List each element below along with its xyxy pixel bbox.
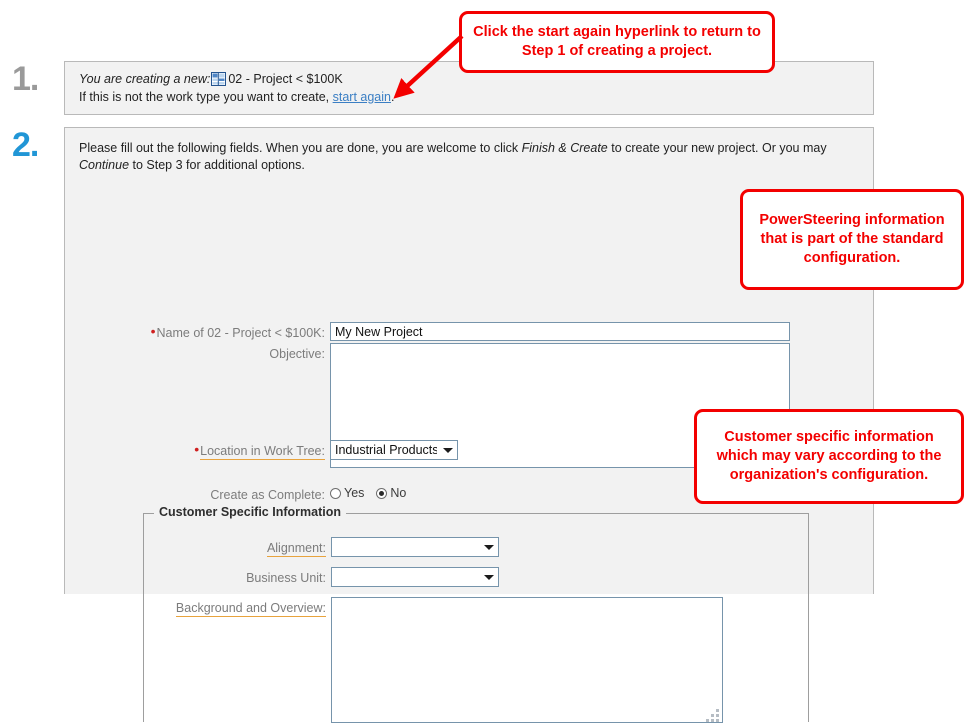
create-as-complete-radio-group[interactable]: Yes No xyxy=(330,486,406,500)
chevron-down-icon xyxy=(443,447,453,453)
name-label-text: Name of 02 - Project < $100K: xyxy=(156,326,326,340)
location-select[interactable]: Industrial Products xyxy=(330,440,458,460)
location-label-text: Location in Work Tree: xyxy=(200,444,325,460)
chevron-down-icon xyxy=(484,574,494,580)
alignment-select[interactable] xyxy=(331,537,499,557)
step-2-instructions: Please fill out the following fields. Wh… xyxy=(79,140,864,174)
callout-customer-specific: Customer specific information which may … xyxy=(694,409,964,504)
instructions-part-3: to Step 3 for additional options. xyxy=(129,158,305,172)
location-selected-value: Industrial Products xyxy=(335,443,437,457)
required-indicator-location: • xyxy=(194,441,200,457)
start-again-line: If this is not the work type you want to… xyxy=(65,86,873,104)
business-unit-select[interactable] xyxy=(331,567,499,587)
radio-create-as-complete-yes[interactable]: Yes xyxy=(330,486,364,500)
instructions-part-1: Please fill out the following fields. Wh… xyxy=(79,141,522,155)
business-unit-field-label: Business Unit: xyxy=(246,571,326,585)
required-indicator-name: • xyxy=(150,323,156,339)
work-type-name: 02 - Project < $100K xyxy=(228,72,343,86)
start-again-suffix-text: . xyxy=(390,90,395,104)
callout-powersteering-standard: PowerSteering information that is part o… xyxy=(740,189,964,290)
step-number-1: 1. xyxy=(12,60,39,98)
alignment-field-label: Alignment: xyxy=(86,541,326,557)
background-overview-field-label: Background and Overview: xyxy=(66,601,326,617)
callout-start-again: Click the start again hyperlink to retur… xyxy=(459,11,775,73)
name-input[interactable] xyxy=(330,322,790,341)
objective-field-label: Objective: xyxy=(269,347,325,361)
background-overview-label-text: Background and Overview: xyxy=(175,601,326,617)
radio-label-no: No xyxy=(390,486,407,500)
work-type-grid-icon xyxy=(211,72,227,86)
alignment-label-text: Alignment: xyxy=(266,541,326,557)
instructions-part-2: to create your new project. Or you may xyxy=(607,141,827,155)
radio-label-yes: Yes xyxy=(344,486,365,500)
name-field-label: •Name of 02 - Project < $100K: xyxy=(85,323,326,340)
step-number-2: 2. xyxy=(12,126,39,164)
location-field-label: •Location in Work Tree: xyxy=(85,441,325,460)
creating-prefix-text: You are creating a new: xyxy=(79,72,211,86)
continue-emphasis: Continue xyxy=(79,158,130,172)
customer-specific-information-legend: Customer Specific Information xyxy=(154,505,346,519)
background-overview-textarea[interactable] xyxy=(331,597,723,723)
radio-circle-no-icon xyxy=(376,487,388,499)
start-again-prefix-text: If this is not the work type you want to… xyxy=(79,90,333,104)
finish-and-create-emphasis: Finish & Create xyxy=(521,141,608,155)
customer-specific-information-fieldset: Customer Specific Information Alignment:… xyxy=(143,505,809,723)
start-again-link[interactable]: start again xyxy=(333,90,391,104)
chevron-down-icon xyxy=(484,544,494,550)
radio-create-as-complete-no[interactable]: No xyxy=(376,486,406,500)
radio-circle-yes-icon xyxy=(330,487,341,499)
create-as-complete-label: Create as Complete: xyxy=(210,488,325,502)
